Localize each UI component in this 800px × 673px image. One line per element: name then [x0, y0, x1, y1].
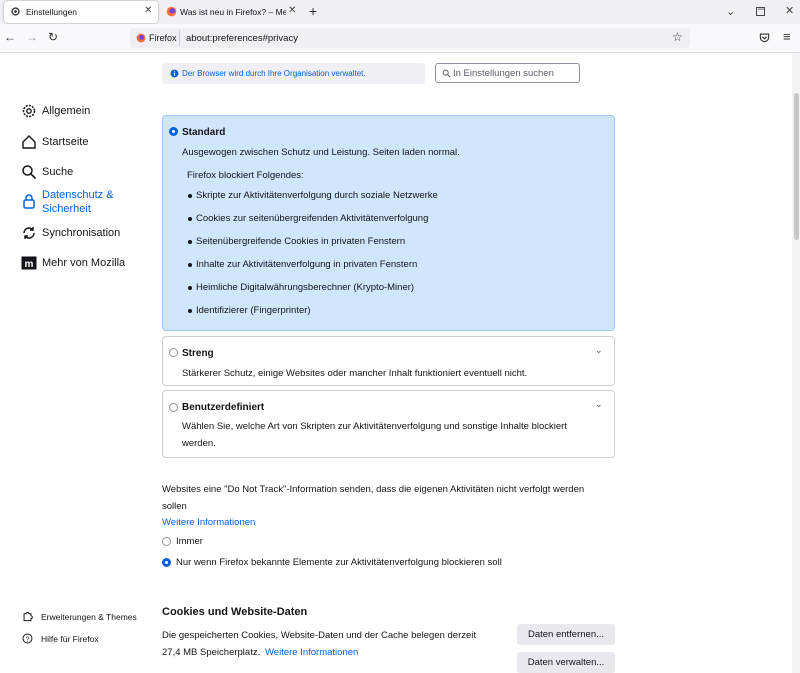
cookies-text: 27,4 MB Speicherplatz.	[162, 647, 261, 658]
svg-text:m: m	[25, 259, 34, 270]
dnt-learn-more-link[interactable]: Weitere Informationen	[162, 517, 255, 528]
blocked-item: Cookies zur seitenübergreifenden Aktivit…	[196, 213, 429, 224]
sidebar-item-datenschutz[interactable]: Datenschutz & Sicherheit	[21, 189, 131, 217]
scrollbar-thumb[interactable]	[794, 93, 799, 240]
pocket-icon[interactable]	[759, 32, 770, 43]
info-icon	[170, 69, 179, 78]
cookies-heading: Cookies und Website-Daten	[162, 606, 308, 618]
search-icon	[442, 69, 451, 78]
blocked-item: Inhalte zur Aktivitätenverfolgung in pri…	[196, 259, 418, 270]
url-divider	[179, 30, 180, 46]
blocked-item: Seitenübergreifende Cookies in privaten …	[196, 236, 406, 247]
sidebar-item-label: Datenschutz &	[42, 189, 114, 201]
maximize-icon[interactable]	[756, 7, 765, 16]
sidebar-footer-label: Erweiterungen & Themes	[41, 612, 137, 622]
tab-list-chevron-icon[interactable]: ⌄	[726, 5, 735, 18]
sidebar-item-label: Mehr von Mozilla	[42, 257, 126, 269]
close-tab-icon[interactable]: ✕	[144, 5, 152, 16]
cookies-learn-more-link[interactable]: Weitere Informationen	[265, 647, 358, 658]
mozilla-icon: m	[21, 256, 37, 270]
blocks-heading: Firefox blockiert Folgendes:	[187, 170, 304, 181]
firefox-logo-icon	[136, 33, 146, 43]
search-icon	[22, 165, 37, 180]
standard-radio[interactable]	[169, 127, 178, 136]
reload-icon[interactable]: ↻	[48, 30, 58, 44]
custom-radio[interactable]	[169, 403, 178, 412]
dnt-text: sollen	[162, 501, 187, 512]
gear-icon	[22, 104, 36, 118]
policy-notice-text: Der Browser wird durch Ihre Organisation…	[182, 69, 366, 78]
cookies-text: Die gespeicherten Cookies, Website-Daten…	[162, 630, 477, 641]
forward-arrow-icon[interactable]: →	[26, 30, 38, 44]
bullet	[188, 286, 192, 290]
dnt-only-label[interactable]: Nur wenn Firefox bekannte Elemente zur A…	[176, 557, 502, 568]
strict-description: Stärkerer Schutz, einige Websites oder m…	[182, 368, 528, 379]
identity-label[interactable]: Firefox	[149, 33, 177, 43]
standard-description: Ausgewogen zwischen Schutz und Leistung.…	[182, 147, 460, 158]
bullet	[188, 194, 192, 198]
tracking-protection-standard[interactable]: Standard Ausgewogen zwischen Schutz und …	[162, 115, 615, 331]
tab-einstellungen[interactable]: Einstellungen ✕	[4, 1, 158, 23]
tab-title: Was ist neu in Firefox? – Mehr F	[180, 7, 286, 17]
home-icon	[22, 135, 36, 149]
settings-search-input[interactable]: In Einstellungen suchen	[435, 63, 580, 83]
tracking-protection-custom[interactable]: Benutzerdefiniert ⌄ Wählen Sie, welche A…	[162, 390, 615, 458]
gear-icon	[11, 7, 20, 16]
close-window-icon[interactable]: ✕	[785, 4, 794, 17]
new-tab-button[interactable]: +	[309, 3, 317, 19]
menu-hamburger-icon[interactable]: ≡	[783, 29, 791, 44]
strict-title: Streng	[182, 348, 214, 359]
manage-data-button[interactable]: Daten verwalten...	[517, 652, 615, 673]
dnt-only-radio[interactable]	[162, 558, 171, 567]
close-tab-icon[interactable]: ✕	[288, 5, 296, 16]
url-text[interactable]: about:preferences#privacy	[186, 33, 298, 44]
sidebar-item-label: Synchronisation	[42, 227, 121, 239]
bullet	[188, 240, 192, 244]
bullet	[188, 217, 192, 221]
dnt-always-label[interactable]: Immer	[176, 536, 203, 547]
svg-text:?: ?	[26, 636, 30, 643]
custom-description: Wählen Sie, welche Art von Skripten zur …	[182, 421, 567, 432]
custom-description: werden.	[182, 438, 216, 449]
custom-title: Benutzerdefiniert	[182, 402, 265, 413]
tab-whats-new[interactable]: Was ist neu in Firefox? – Mehr F ✕	[162, 1, 302, 23]
sidebar-item-label: Allgemein	[42, 105, 91, 117]
chevron-down-icon[interactable]: ⌄	[595, 399, 603, 410]
sidebar-item-label: Suche	[42, 166, 74, 178]
sidebar-item-label: Sicherheit	[42, 203, 91, 215]
dnt-always-radio[interactable]	[162, 537, 171, 546]
help-icon: ?	[22, 633, 33, 644]
bullet	[188, 309, 192, 313]
back-arrow-icon[interactable]: ←	[4, 30, 16, 44]
tracking-protection-strict[interactable]: Streng ⌄ Stärkerer Schutz, einige Websit…	[162, 336, 615, 386]
strict-radio[interactable]	[169, 348, 178, 357]
sidebar-item-label: Startseite	[42, 136, 89, 148]
bullet	[188, 263, 192, 267]
firefox-logo-icon	[166, 6, 177, 17]
policy-notice[interactable]: Der Browser wird durch Ihre Organisation…	[162, 63, 425, 84]
sync-icon	[23, 227, 35, 239]
blocked-item: Skripte zur Aktivitätenverfolgung durch …	[196, 190, 438, 201]
chevron-down-icon[interactable]: ⌄	[595, 345, 603, 356]
bookmark-star-icon[interactable]: ☆	[672, 30, 683, 44]
puzzle-icon	[23, 611, 33, 622]
standard-title: Standard	[182, 127, 226, 138]
lock-icon	[23, 194, 35, 209]
remove-data-button[interactable]: Daten entfernen...	[517, 624, 615, 645]
blocked-item: Heimliche Digitalwährungsberechner (Kryp…	[196, 282, 415, 293]
search-placeholder: In Einstellungen suchen	[453, 68, 554, 79]
dnt-text: Websites eine "Do Not Track"-Information…	[162, 484, 585, 495]
sidebar-footer-label: Hilfe für Firefox	[41, 634, 99, 644]
blocked-item: Identifizierer (Fingerprinter)	[196, 305, 311, 316]
tab-title: Einstellungen	[26, 7, 78, 17]
